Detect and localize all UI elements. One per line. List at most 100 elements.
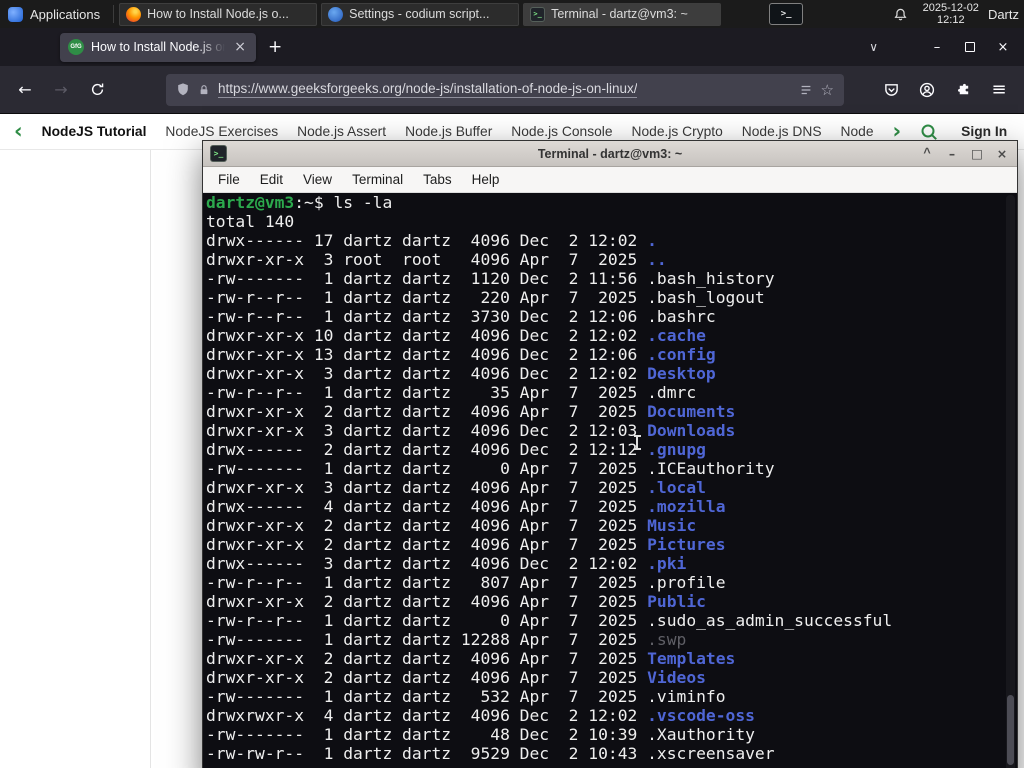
nav-item[interactable]: Node.js Crypto <box>632 124 723 139</box>
terminal-titlebar[interactable]: >_ Terminal - dartz@vm3: ~ ^ – □ × <box>203 141 1017 167</box>
terminal-command: ls -la <box>333 193 393 212</box>
terminal-output-line: drwxr-xr-x 10 dartz dartz 4096 Dec 2 12:… <box>206 326 1017 345</box>
directory-name: .cache <box>647 326 706 345</box>
nav-forward-chevron-icon[interactable]: › <box>893 121 902 142</box>
file-meta: drwxr-xr-x 2 dartz dartz 4096 Apr 7 2025 <box>206 649 648 668</box>
browser-tab[interactable]: GfG How to Install Node.js on × <box>60 32 256 62</box>
nav-item[interactable]: Node.js Buffer <box>405 124 492 139</box>
nav-item[interactable]: NodeJS Exercises <box>165 124 278 139</box>
nav-item[interactable]: Node.js DNS <box>742 124 822 139</box>
terminal-output-line: drwx------ 2 dartz dartz 4096 Dec 2 12:1… <box>206 440 1017 459</box>
file-meta: drwxr-xr-x 3 dartz dartz 4096 Dec 2 12:0… <box>206 421 648 440</box>
menu-edit[interactable]: Edit <box>251 169 292 190</box>
directory-name: .vscode-oss <box>647 706 755 725</box>
window-close-button[interactable]: × <box>994 40 1012 55</box>
terminal-maximize-button[interactable]: □ <box>969 146 985 161</box>
nav-item[interactable]: Node <box>841 124 874 139</box>
window-minimize-button[interactable]: – <box>928 40 946 55</box>
url-text[interactable]: https://www.geeksforgeeks.org/node-js/in… <box>218 81 638 98</box>
bookmark-star-icon[interactable]: ☆ <box>821 81 834 99</box>
url-bar[interactable]: https://www.geeksforgeeks.org/node-js/in… <box>166 73 844 106</box>
pocket-icon[interactable] <box>876 75 906 105</box>
terminal-output-line: -rw-r--r-- 1 dartz dartz 0 Apr 7 2025 .s… <box>206 611 1017 630</box>
taskbar-window-label: Settings - codium script... <box>349 7 490 21</box>
tracking-shield-icon[interactable] <box>176 82 190 97</box>
clock-time: 12:12 <box>937 14 965 26</box>
file-meta: drwx------ 17 dartz dartz 4096 Dec 2 12:… <box>206 231 648 250</box>
terminal-output-line: drwxr-xr-x 2 dartz dartz 4096 Apr 7 2025… <box>206 668 1017 687</box>
menu-help[interactable]: Help <box>463 169 509 190</box>
directory-name: Downloads <box>647 421 736 440</box>
terminal-listing: drwx------ 17 dartz dartz 4096 Dec 2 12:… <box>206 231 1017 763</box>
directory-name: .. <box>647 250 667 269</box>
taskbar-window-terminal[interactable]: >_ Terminal - dartz@vm3: ~ <box>523 2 722 26</box>
nav-item[interactable]: Node.js Console <box>511 124 612 139</box>
scrollbar-thumb[interactable] <box>1007 695 1014 765</box>
forward-button[interactable]: → <box>46 75 76 105</box>
file-meta: -rw------- 1 dartz dartz 532 Apr 7 2025 <box>206 687 648 706</box>
terminal-screen[interactable]: dartz@vm3:~$ ls -la total 140 drwx------… <box>203 193 1017 768</box>
file-meta: drwxrwxr-x 4 dartz dartz 4096 Dec 2 12:0… <box>206 706 648 725</box>
taskbar-window-firefox[interactable]: How to Install Node.js o... <box>119 2 318 26</box>
back-button[interactable]: ← <box>10 75 40 105</box>
terminal-output-line: drwxr-xr-x 3 dartz dartz 4096 Dec 2 12:0… <box>206 421 1017 440</box>
restore-icon <box>965 42 975 52</box>
terminal-close-button[interactable]: × <box>994 146 1010 161</box>
terminal-prompt-line: dartz@vm3:~$ ls -la <box>206 193 1017 212</box>
file-name: .bashrc <box>647 307 716 326</box>
prompt-symbol: :~$ <box>294 193 334 212</box>
file-meta: drwxr-xr-x 3 dartz dartz 4096 Apr 7 2025 <box>206 478 648 497</box>
directory-name: Pictures <box>647 535 726 554</box>
tray-terminal-icon[interactable]: >_ <box>769 3 804 25</box>
file-name: .bash_logout <box>647 288 765 307</box>
terminal-icon: >_ <box>530 6 546 22</box>
new-tab-button[interactable]: + <box>256 37 294 57</box>
file-name: .ICEauthority <box>647 459 775 478</box>
applications-menu-button[interactable]: Applications <box>0 0 110 28</box>
account-icon[interactable] <box>912 75 942 105</box>
terminal-minimize-button[interactable]: – <box>944 146 960 161</box>
terminal-output-line: drwxr-xr-x 2 dartz dartz 4096 Apr 7 2025… <box>206 592 1017 611</box>
tab-close-button[interactable]: × <box>232 39 248 55</box>
nav-item[interactable]: Node.js Assert <box>297 124 386 139</box>
menu-terminal[interactable]: Terminal <box>343 169 412 190</box>
menu-tabs[interactable]: Tabs <box>414 169 461 190</box>
menu-button[interactable]: ≡ <box>984 75 1014 105</box>
window-maximize-button[interactable] <box>961 42 979 52</box>
file-meta: drwxr-xr-x 3 root root 4096 Apr 7 2025 <box>206 250 648 269</box>
clock[interactable]: 2025-12-02 12:12 <box>914 2 988 27</box>
menu-view[interactable]: View <box>294 169 341 190</box>
terminal-output-line: -rw-r--r-- 1 dartz dartz 220 Apr 7 2025 … <box>206 288 1017 307</box>
lock-icon[interactable] <box>198 83 210 97</box>
file-name: .bash_history <box>647 269 775 288</box>
taskbar-separator <box>113 5 115 23</box>
file-meta: drwxr-xr-x 2 dartz dartz 4096 Apr 7 2025 <box>206 592 648 611</box>
file-meta: -rw-rw-r-- 1 dartz dartz 9529 Dec 2 10:4… <box>206 744 648 763</box>
terminal-window: >_ Terminal - dartz@vm3: ~ ^ – □ × File … <box>202 140 1018 768</box>
search-icon[interactable] <box>920 123 938 141</box>
reader-view-icon[interactable] <box>799 83 813 97</box>
menu-file[interactable]: File <box>209 169 249 190</box>
extensions-icon[interactable] <box>948 75 978 105</box>
taskbar-window-settings[interactable]: Settings - codium script... <box>321 2 520 26</box>
terminal-shade-button[interactable]: ^ <box>919 146 935 161</box>
file-meta: -rw------- 1 dartz dartz 48 Dec 2 10:39 <box>206 725 648 744</box>
terminal-output-line: drwxr-xr-x 2 dartz dartz 4096 Apr 7 2025… <box>206 649 1017 668</box>
notification-bell-icon[interactable] <box>888 7 914 22</box>
list-tabs-chevron-icon[interactable]: ∨ <box>869 40 878 54</box>
terminal-output-line: -rw-r--r-- 1 dartz dartz 35 Apr 7 2025 .… <box>206 383 1017 402</box>
directory-name: Public <box>647 592 706 611</box>
file-name: .Xauthority <box>647 725 755 744</box>
terminal-scrollbar[interactable] <box>1006 195 1015 768</box>
reload-button[interactable] <box>82 75 112 105</box>
terminal-output-line: drwxr-xr-x 2 dartz dartz 4096 Apr 7 2025… <box>206 516 1017 535</box>
terminal-output-line: -rw-r--r-- 1 dartz dartz 807 Apr 7 2025 … <box>206 573 1017 592</box>
terminal-output-line: drwxr-xr-x 3 dartz dartz 4096 Apr 7 2025… <box>206 478 1017 497</box>
tab-title: How to Install Node.js on <box>91 40 226 54</box>
terminal-output-line: drwxr-xr-x 2 dartz dartz 4096 Apr 7 2025… <box>206 535 1017 554</box>
nav-item[interactable]: NodeJS Tutorial <box>42 124 147 139</box>
firefox-icon <box>126 6 142 22</box>
taskbar-window-label: How to Install Node.js o... <box>147 7 289 21</box>
nav-back-chevron-icon[interactable]: ‹ <box>14 121 23 142</box>
file-name: .swp <box>647 630 687 649</box>
